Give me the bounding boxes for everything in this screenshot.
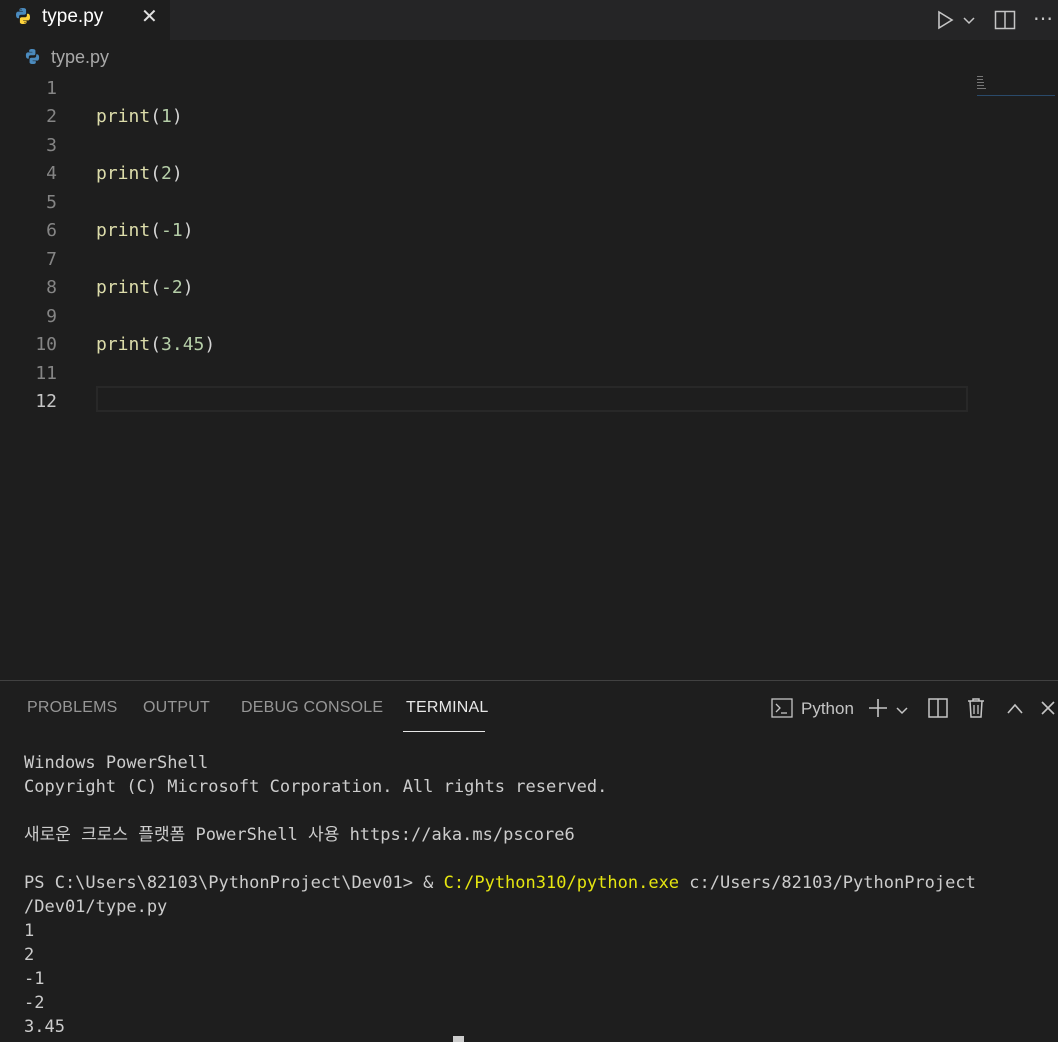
code-line[interactable]: 10 print(3.45) (0, 330, 1000, 359)
tab-debug-console[interactable]: DEBUG CONSOLE (241, 699, 383, 717)
split-terminal-icon[interactable] (928, 698, 948, 723)
terminal-script-path-cont: /Dev01/type.py (24, 897, 168, 917)
code-line[interactable]: 9 (0, 302, 1000, 331)
line-number: 3 (46, 135, 57, 156)
minimap-slider[interactable] (977, 95, 1055, 96)
terminal-line: Windows PowerShell (24, 753, 209, 773)
terminal-cursor (453, 1036, 464, 1042)
line-number: 8 (46, 277, 57, 298)
terminal-line: 3.45 (24, 1017, 65, 1037)
close-panel-icon[interactable] (1040, 700, 1056, 721)
line-number: 1 (46, 78, 57, 99)
code-line[interactable]: 4 print(2) (0, 159, 1000, 188)
line-number: 9 (46, 306, 57, 327)
terminal-script-path: c:/Users/82103/PythonProject (679, 873, 976, 893)
code-line[interactable]: 2 print(1) (0, 102, 1000, 131)
python-file-icon (14, 7, 32, 30)
tab-terminal[interactable]: TERMINAL (406, 699, 489, 717)
terminal-line: 1 (24, 921, 35, 941)
code-editor[interactable]: 1 2 print(1) 3 4 print(2) 5 6 print(-1) … (0, 72, 1058, 680)
line-number: 6 (46, 220, 57, 241)
tab-problems[interactable]: PROBLEMS (27, 699, 118, 717)
terminal-profile-icon[interactable] (771, 698, 793, 723)
line-number: 12 (35, 391, 57, 412)
code-line[interactable]: 5 (0, 188, 1000, 217)
trash-icon[interactable] (966, 697, 986, 724)
more-actions-icon[interactable]: ⋯ (1033, 6, 1053, 31)
code-line[interactable]: 6 print(-1) (0, 216, 1000, 245)
editor-tab-bar: type.py ✕ ⋯ (0, 0, 1058, 40)
terminal-profile-label[interactable]: Python (801, 699, 854, 719)
tab-label: type.py (42, 6, 104, 27)
tab-output[interactable]: OUTPUT (143, 699, 210, 717)
terminal-line: -1 (24, 969, 45, 989)
terminal-output[interactable]: Windows PowerShell Copyright (C) Microso… (24, 751, 976, 1039)
line-number: 5 (46, 192, 57, 213)
active-tab-indicator (403, 731, 485, 732)
terminal-line: Copyright (C) Microsoft Corporation. All… (24, 777, 608, 797)
run-icon[interactable] (936, 10, 954, 35)
line-number: 11 (35, 363, 57, 384)
terminal-exe-path: C:/Python310/python.exe (443, 873, 680, 893)
split-editor-icon[interactable] (994, 10, 1016, 35)
chevron-down-icon[interactable] (895, 702, 909, 723)
chevron-down-icon[interactable] (962, 12, 976, 33)
close-tab-icon[interactable]: ✕ (141, 4, 158, 29)
code-line[interactable]: 8 print(-2) (0, 273, 1000, 302)
line-number: 2 (46, 106, 57, 127)
terminal-prompt: PS C:\Users\82103\PythonProject\Dev01> & (24, 873, 444, 893)
chevron-up-icon[interactable] (1006, 700, 1024, 721)
python-file-icon (24, 48, 41, 70)
line-number: 10 (35, 334, 57, 355)
bottom-panel: PROBLEMS OUTPUT DEBUG CONSOLE TERMINAL P… (0, 680, 1058, 1042)
code-line[interactable]: 3 (0, 131, 1000, 160)
code-line[interactable]: 12 (0, 387, 1000, 416)
breadcrumb-file: type.py (51, 47, 110, 67)
line-number: 7 (46, 249, 57, 270)
terminal-line: 새로운 크로스 플랫폼 PowerShell 사용 https://aka.ms… (24, 825, 575, 845)
code-line[interactable]: 7 (0, 245, 1000, 274)
new-terminal-icon[interactable] (867, 697, 889, 724)
terminal-line: 2 (24, 945, 35, 965)
code-line[interactable]: 1 (0, 74, 1000, 103)
terminal-line: -2 (24, 993, 45, 1013)
tab-type-py[interactable]: type.py ✕ (0, 0, 170, 40)
code-line[interactable]: 11 (0, 359, 1000, 388)
minimap[interactable] (977, 76, 987, 90)
line-number: 4 (46, 163, 57, 184)
